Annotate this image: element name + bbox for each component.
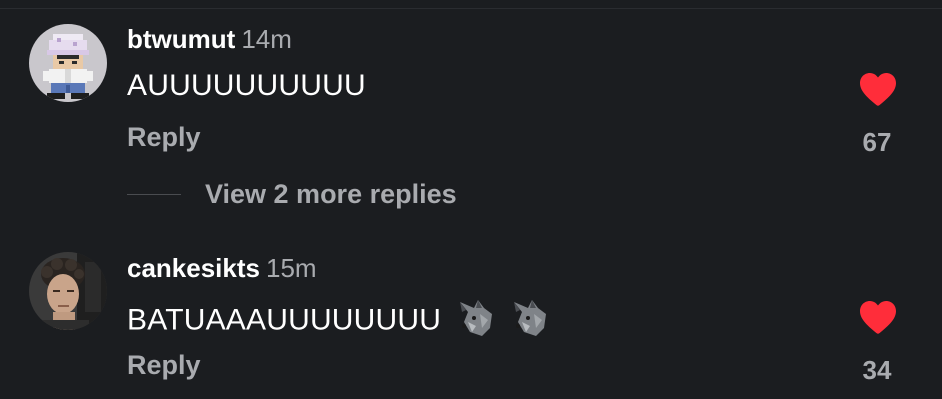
- avatar[interactable]: [29, 24, 107, 102]
- username[interactable]: btwumut: [127, 24, 235, 54]
- wolf-emoji-icon: [454, 296, 496, 347]
- heart-icon[interactable]: [858, 71, 898, 107]
- comment-text-content: BATUAAAUUUUUUUU: [127, 303, 442, 337]
- timestamp: 14m: [241, 24, 292, 54]
- view-more-replies-button[interactable]: View 2 more replies: [127, 176, 457, 212]
- comment-text: AUUUUUUUUUU: [127, 68, 366, 104]
- like-count: 67: [862, 127, 892, 157]
- photo-avatar-icon: [29, 252, 107, 330]
- like-count: 34: [862, 355, 892, 385]
- view-more-replies-label: View 2 more replies: [205, 178, 457, 209]
- comment-text: BATUAAAUUUUUUUU: [127, 296, 550, 347]
- reply-button[interactable]: Reply: [127, 121, 201, 153]
- comment-text-content: AUUUUUUUUUU: [127, 69, 366, 102]
- avatar[interactable]: [29, 252, 107, 330]
- top-divider: [0, 8, 942, 9]
- thread-line: [127, 193, 181, 195]
- pixel-character-avatar-icon: [29, 24, 107, 102]
- comment-header: cankesikts 15m: [127, 253, 317, 283]
- username[interactable]: cankesikts: [127, 253, 260, 283]
- comment-header: btwumut 14m: [127, 24, 292, 54]
- wolf-emoji-icon: [508, 296, 550, 347]
- timestamp: 15m: [265, 253, 317, 283]
- reply-button[interactable]: Reply: [127, 349, 201, 381]
- heart-icon[interactable]: [858, 299, 898, 335]
